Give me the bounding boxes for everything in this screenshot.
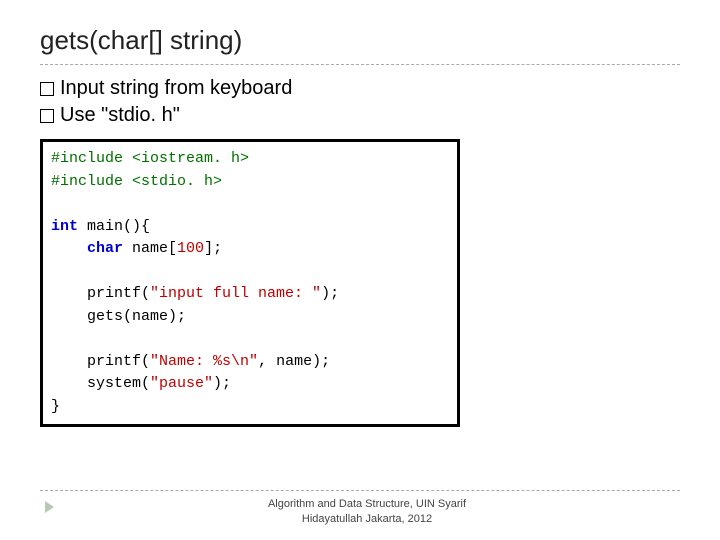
bullet-list: Input string from keyboard Use "stdio. h… <box>40 75 680 129</box>
bullet-item: Use "stdio. h" <box>40 102 680 129</box>
slide-footer: Algorithm and Data Structure, UIN Syarif… <box>40 490 680 526</box>
bullet-text: Input string from keyboard <box>60 75 292 102</box>
code-screenshot: #include <iostream. h> #include <stdio. … <box>40 139 460 427</box>
bullet-item: Input string from keyboard <box>40 75 680 102</box>
slide-title: gets(char[] string) <box>40 25 680 65</box>
triangle-icon <box>45 501 54 513</box>
bullet-text: Use "stdio. h" <box>60 102 180 129</box>
square-bullet-icon <box>40 82 54 96</box>
square-bullet-icon <box>40 109 54 123</box>
footer-text: Algorithm and Data Structure, UIN Syarif… <box>54 497 680 526</box>
